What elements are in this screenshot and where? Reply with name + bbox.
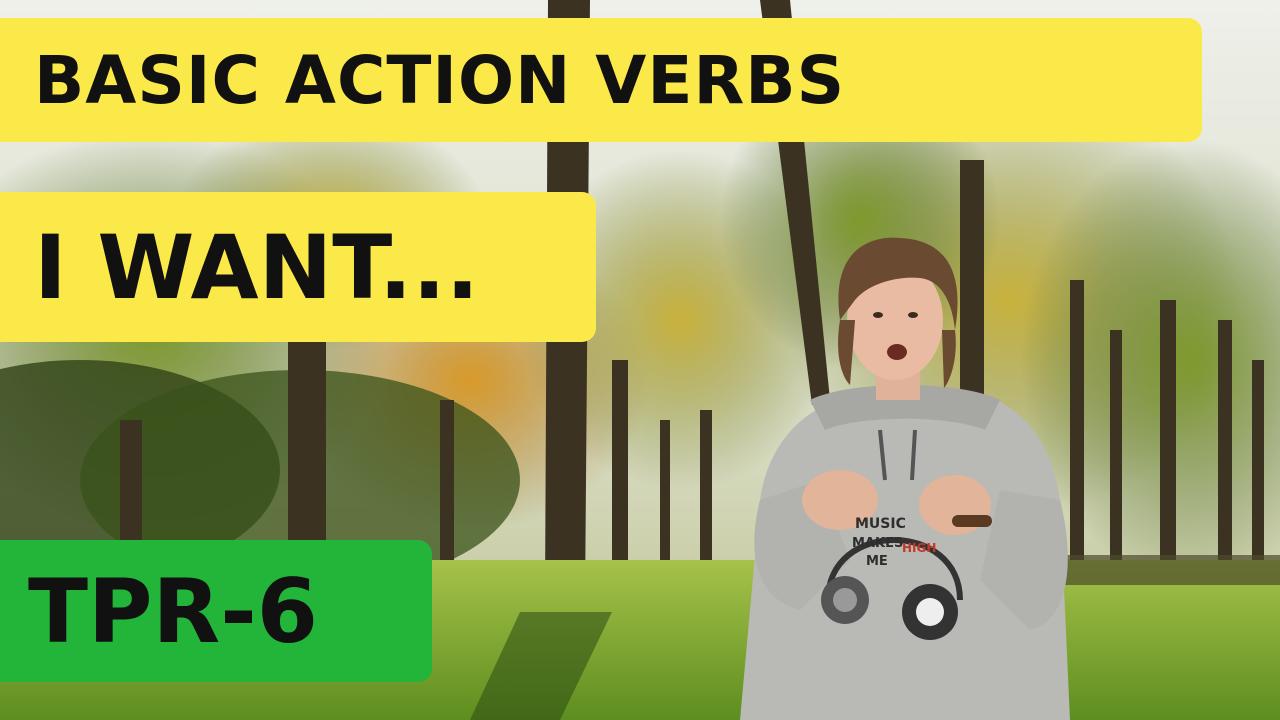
title-text: BASIC ACTION VERBS [34,41,846,119]
shirt-text-line3: ME [866,554,888,569]
episode-badge: TPR-6 [0,540,432,682]
fallen-log [1060,555,1280,585]
shirt-text-line2: MAKES [852,536,903,551]
shirt-text-line4: HIGH [902,541,936,555]
episode-badge-text: TPR-6 [28,559,319,663]
title-banner: BASIC ACTION VERBS [0,18,1202,142]
shirt-text-line1: MUSIC [855,516,906,532]
subtitle-banner: I WANT... [0,192,596,342]
subtitle-text: I WANT... [34,215,480,319]
